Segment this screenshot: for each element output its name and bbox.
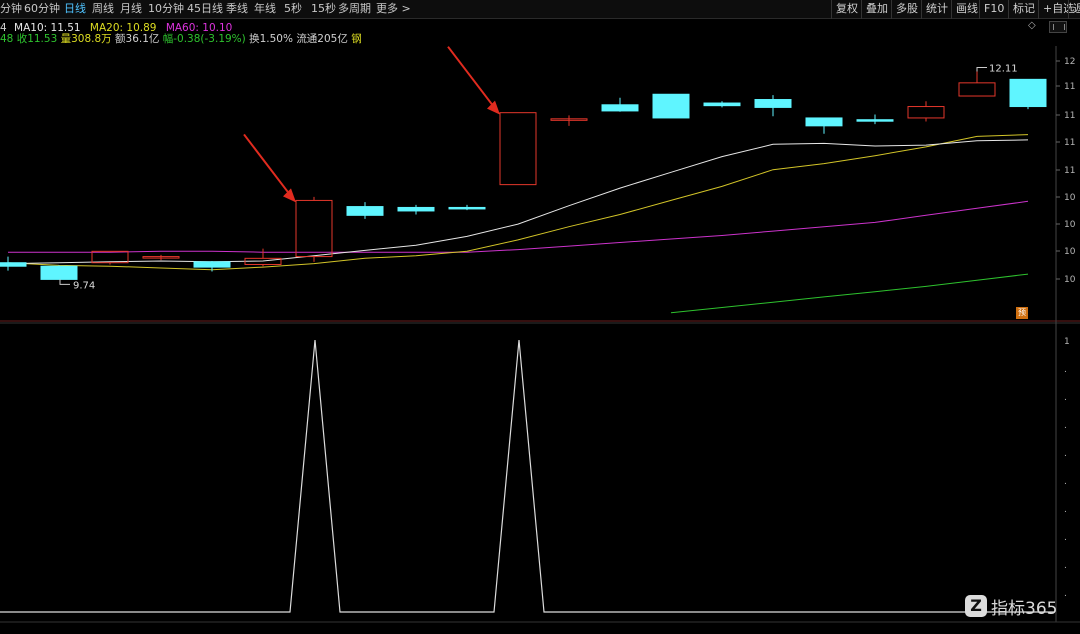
candle-body [907, 106, 945, 119]
candle-body [193, 261, 231, 268]
indicator-tick-label: 1 [1064, 337, 1070, 347]
candle-body [40, 265, 78, 280]
indicator-tick-label: . [1064, 421, 1067, 431]
indicator-tick-label: . [1064, 449, 1067, 459]
candle-body [856, 119, 894, 122]
high-marker [976, 66, 987, 72]
candle-body [91, 250, 129, 264]
ma60-line [8, 200, 1029, 253]
signal-arrow-head [487, 100, 500, 115]
candle-body [805, 117, 843, 127]
candle-body [0, 262, 27, 267]
candle-body [295, 199, 333, 258]
indicator-tick-label: . [1064, 533, 1067, 543]
indicator-tick-label: . [1064, 505, 1067, 515]
low-marker [59, 279, 70, 285]
y-tick-label: 10 [1064, 275, 1076, 285]
candle-body [499, 112, 537, 186]
y-tick-label: 11 [1064, 166, 1075, 176]
indicator-tick-label: . [1064, 365, 1067, 375]
preview-badge[interactable]: 预 [1016, 307, 1028, 319]
candle-body [601, 104, 639, 112]
y-tick-label: 12 [1064, 57, 1075, 67]
candle-body [1009, 78, 1047, 108]
signal-arrow-head [283, 188, 296, 203]
watermark-logo-icon: Z [965, 595, 987, 617]
y-tick-label: 11 [1064, 82, 1075, 92]
indicator-line [0, 339, 1054, 613]
ma10-line [7, 139, 1029, 265]
candle-body [958, 82, 996, 97]
high-price-label: 12.11 [989, 63, 1018, 74]
candle-body [448, 206, 486, 210]
candle-body [397, 206, 435, 212]
y-tick-label: 10 [1064, 193, 1076, 203]
y-tick-label: 10 [1064, 220, 1076, 230]
y-tick-label: 11 [1064, 111, 1075, 121]
indicator-tick-label: . [1064, 561, 1067, 571]
watermark: Z 指标365 [965, 592, 1057, 620]
candle-body [703, 102, 741, 107]
low-price-label: 9.74 [73, 280, 95, 291]
candle-body [346, 206, 384, 216]
y-tick-label: 11 [1064, 138, 1075, 148]
indicator-tick-label: . [1064, 477, 1067, 487]
candle-body [652, 93, 690, 119]
ma120-line [670, 273, 1029, 314]
indicator-tick-label: . [1064, 589, 1067, 599]
y-tick-label: 10 [1064, 247, 1076, 257]
signal-arrow-shaft [243, 133, 293, 199]
watermark-text: 指标365 [991, 598, 1058, 619]
kline-chart: 12 11 11 11 11 10 10 10 10 1......... 12.11 9.74 [0, 46, 1080, 623]
indicator-tick-label: . [1064, 393, 1067, 403]
candle-body [754, 99, 792, 108]
signal-arrow-shaft [447, 46, 497, 111]
